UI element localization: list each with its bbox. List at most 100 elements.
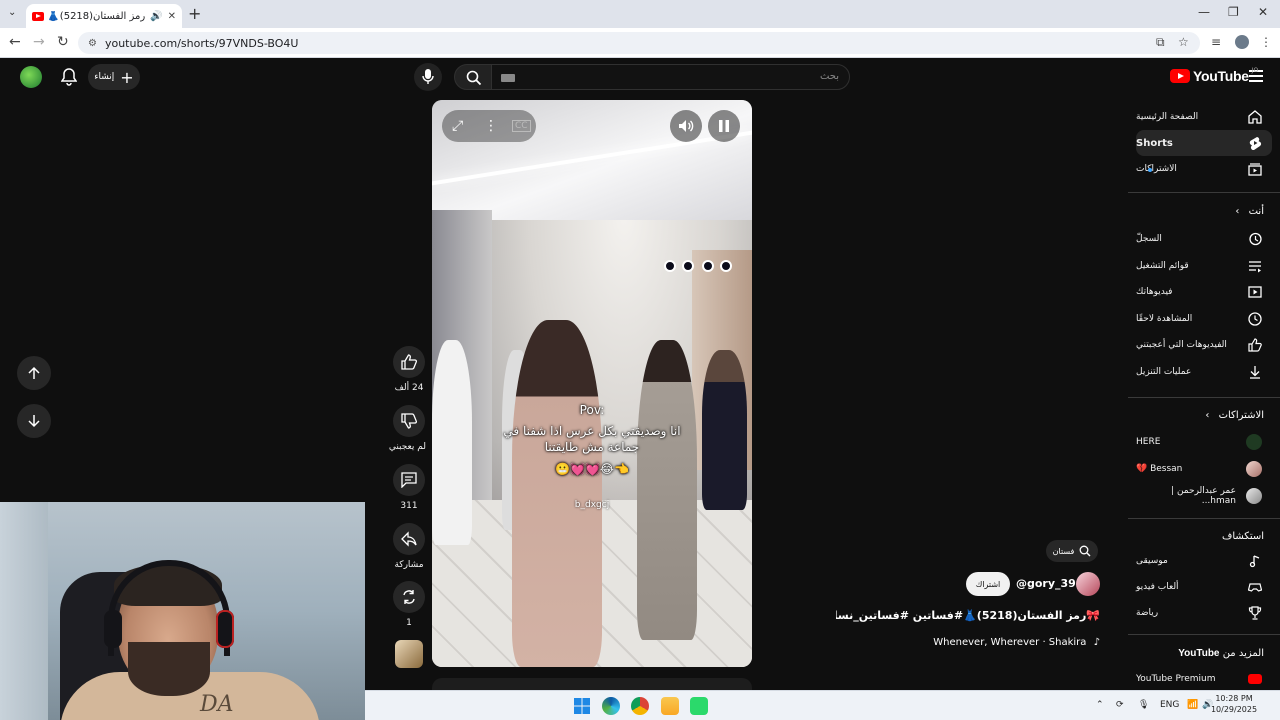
sidebar-item-your-videos[interactable]: فيديوهاتك [1136, 279, 1272, 305]
music-title: Whenever, Wherever · Shakira [933, 637, 1087, 648]
clock-time: 10:28 PM [1215, 694, 1253, 703]
youtube-play-logo-icon [1170, 69, 1190, 83]
sidebar-item-downloads[interactable]: عمليات التنزيل [1136, 359, 1272, 385]
site-info-icon[interactable]: ⚙ [88, 38, 97, 49]
previous-short-button[interactable] [17, 356, 51, 390]
short-video-player[interactable]: ⤢ ⋮ CC Pov: انا وصديقتي بكل عرس اذا شفنا… [432, 100, 752, 667]
url-bar[interactable]: ⚙ youtube.com/shorts/97VNDS-BO4U [78, 32, 1200, 54]
dislike-action[interactable]: لم يعجبني [389, 405, 426, 452]
share-icon [401, 531, 417, 547]
subscription-label: HERE [1136, 437, 1161, 447]
browser-profile-avatar[interactable] [1235, 35, 1249, 49]
voice-search-button[interactable] [414, 63, 442, 91]
account-avatar[interactable] [20, 66, 42, 88]
channel-avatar[interactable] [1076, 572, 1100, 596]
subscription-item-omar[interactable]: عمر عبدالرحمن | hman... [1136, 483, 1272, 509]
sidebar-item-label: رياضة [1136, 608, 1159, 618]
create-button[interactable]: إنشاء + [88, 64, 140, 90]
youtube-wordmark: YouTube [1193, 68, 1249, 84]
captions-icon[interactable]: CC [512, 120, 531, 132]
headphone-ear [104, 610, 122, 648]
music-attribution[interactable]: Whenever, Wherever · Shakira ♪ [900, 637, 1100, 648]
sidebar-item-subscriptions[interactable]: الاشتراكات [1136, 156, 1272, 182]
tab-search-icon[interactable]: ⌄ [8, 7, 16, 18]
youtube-logo[interactable]: YouTube JO [1170, 66, 1259, 84]
sidebar-item-label: المشاهدة لاحقًا [1136, 314, 1193, 324]
reload-icon[interactable]: ↻ [57, 34, 69, 50]
keyboard-icon[interactable] [501, 74, 515, 82]
subscribe-button[interactable]: اشتراك [966, 572, 1010, 596]
sidebar-item-watch-later[interactable]: المشاهدة لاحقًا [1136, 306, 1272, 332]
windows-start-icon[interactable] [573, 697, 591, 715]
sidebar-you-heading[interactable]: أنت › [1235, 206, 1264, 217]
search-input[interactable]: بحث [490, 64, 850, 90]
sidebar-item-youtube-premium[interactable]: YouTube Premium [1136, 666, 1272, 692]
browser-menu-icon[interactable]: ⋮ [1260, 35, 1272, 49]
short-title[interactable]: 🎀رمز الفستان(5218)👗#فساتين #فساتين_نسائي… [836, 609, 1100, 622]
sidebar-subscriptions-heading[interactable]: الاشتراكات › [1205, 410, 1264, 421]
remix-action[interactable]: 1 [392, 581, 426, 628]
forward-icon[interactable]: → [33, 34, 45, 50]
app-icon[interactable] [690, 697, 708, 715]
comments-button[interactable] [393, 464, 425, 496]
subscription-item-here[interactable]: HERE [1136, 429, 1272, 455]
next-short-preview[interactable] [432, 678, 752, 690]
notifications-bell-icon[interactable] [61, 68, 77, 86]
taskbar-clock[interactable]: 10:28 PM 10/29/2025 [1206, 693, 1262, 715]
sidebar-item-shorts[interactable]: Shorts [1136, 130, 1272, 156]
share-action[interactable]: مشاركة [392, 523, 426, 570]
tab-close-icon[interactable]: ✕ [168, 11, 176, 22]
caption-emoji: 😬💓💓😂👈 [555, 462, 629, 476]
restore-icon[interactable]: ❐ [1228, 5, 1239, 19]
tab-youtube-short[interactable]: رمز الفستان(5218)👗#فسـ 🔊 ✕ [26, 4, 182, 28]
comments-action[interactable]: 311 [392, 464, 426, 511]
microphone-tray-icon[interactable]: 🎙 [1138, 700, 1149, 710]
bookmark-star-icon[interactable]: ☆ [1178, 35, 1189, 49]
chrome-browser-icon[interactable] [631, 697, 649, 715]
like-action[interactable]: 24 ألف [392, 346, 426, 393]
like-button[interactable] [393, 346, 425, 378]
more-options-icon[interactable]: ⋮ [484, 118, 498, 134]
edge-browser-icon[interactable] [602, 697, 620, 715]
url-text: youtube.com/shorts/97VNDS-BO4U [104, 36, 299, 50]
sidebar-item-home[interactable]: الصفحة الرئيسية [1136, 104, 1272, 130]
channel-handle[interactable]: @gory_396 [1016, 577, 1084, 590]
next-short-button[interactable] [17, 404, 51, 438]
wifi-icon[interactable]: 📶 [1187, 700, 1198, 710]
window-close-icon[interactable]: ✕ [1258, 5, 1268, 19]
country-code: JO [1251, 66, 1259, 74]
file-explorer-icon[interactable] [661, 697, 679, 715]
trophy-icon [1248, 606, 1262, 620]
volume-button[interactable] [670, 110, 702, 142]
remix-button[interactable] [393, 581, 425, 613]
sidebar-item-playlists[interactable]: قوائم التشغيل [1136, 253, 1272, 279]
dislike-button[interactable] [393, 405, 425, 437]
audio-playing-icon[interactable]: 🔊 [150, 11, 162, 22]
sidebar-item-gaming[interactable]: ألعاب فيديو [1136, 574, 1272, 600]
pause-button[interactable] [708, 110, 740, 142]
new-tab-button[interactable]: + [188, 4, 201, 23]
show-hidden-icons-icon[interactable]: ⌃ [1096, 700, 1104, 710]
audio-source-thumbnail[interactable] [395, 640, 423, 668]
stage-light [664, 260, 676, 272]
thumbs-down-icon [401, 413, 417, 429]
sidebar-item-liked-videos[interactable]: الفيديوهات التي أعجبتني [1136, 332, 1272, 358]
sync-icon[interactable]: ⟳ [1116, 700, 1124, 710]
caption-line-1: انا وصديقتي بكل عرس اذا شفنا في [503, 424, 681, 438]
reading-list-icon[interactable]: ≡ [1211, 35, 1221, 49]
share-button[interactable] [393, 523, 425, 555]
sidebar-item-history[interactable]: السجلّ [1136, 226, 1272, 252]
back-icon[interactable]: ← [9, 34, 21, 50]
minimize-icon[interactable]: — [1198, 5, 1210, 19]
fullscreen-icon[interactable]: ⤢ [452, 118, 463, 134]
sidebar-item-music[interactable]: موسيقى [1136, 548, 1272, 574]
input-language[interactable]: ENG [1160, 700, 1179, 710]
search-button[interactable] [454, 64, 492, 90]
sidebar-divider [1128, 634, 1280, 635]
subscription-item-bessan[interactable]: Bessan 💔 [1136, 456, 1272, 482]
gaming-icon [1248, 583, 1262, 592]
related-search-chip[interactable]: فستان [1046, 540, 1098, 562]
channel-row: اشتراك @gory_396 [966, 572, 1100, 596]
sidebar-item-sports[interactable]: رياضة [1136, 600, 1272, 626]
cast-icon[interactable]: ⧉ [1156, 35, 1165, 50]
